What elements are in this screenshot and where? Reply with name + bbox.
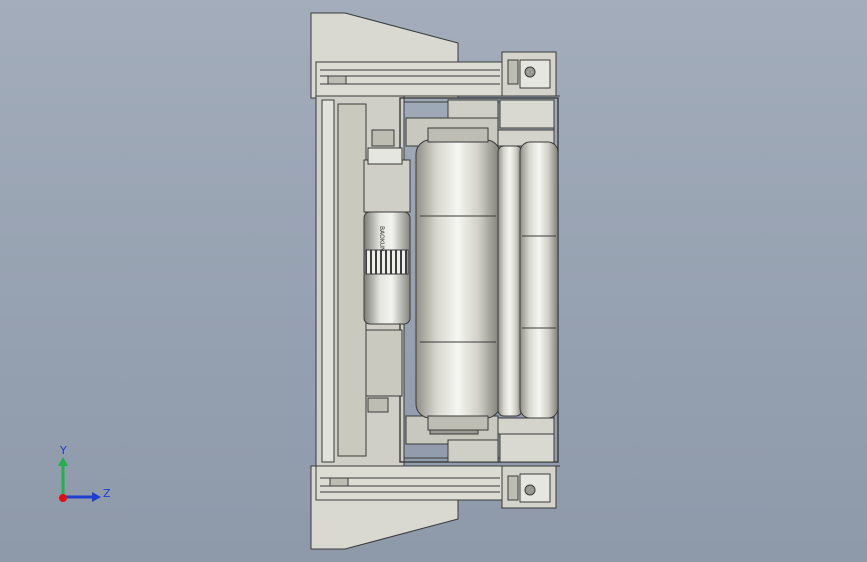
y-axis-label: Y <box>59 444 67 457</box>
x-axis-dot <box>59 494 67 502</box>
cad-viewport[interactable]: BAOKUN Y Z <box>0 0 867 562</box>
y-axis-arrowhead <box>58 457 68 466</box>
motor-label: BAOKUN <box>378 226 385 252</box>
z-axis-arrowhead <box>92 492 101 502</box>
idler-roller <box>497 145 523 417</box>
motor-cooling-fins <box>365 249 409 275</box>
orientation-triad[interactable]: Y Z <box>58 444 111 502</box>
tail-roller <box>519 141 559 419</box>
conveyor-assembly: BAOKUN <box>310 12 560 550</box>
drive-roller <box>415 139 501 419</box>
z-axis-label: Z <box>103 487 111 500</box>
